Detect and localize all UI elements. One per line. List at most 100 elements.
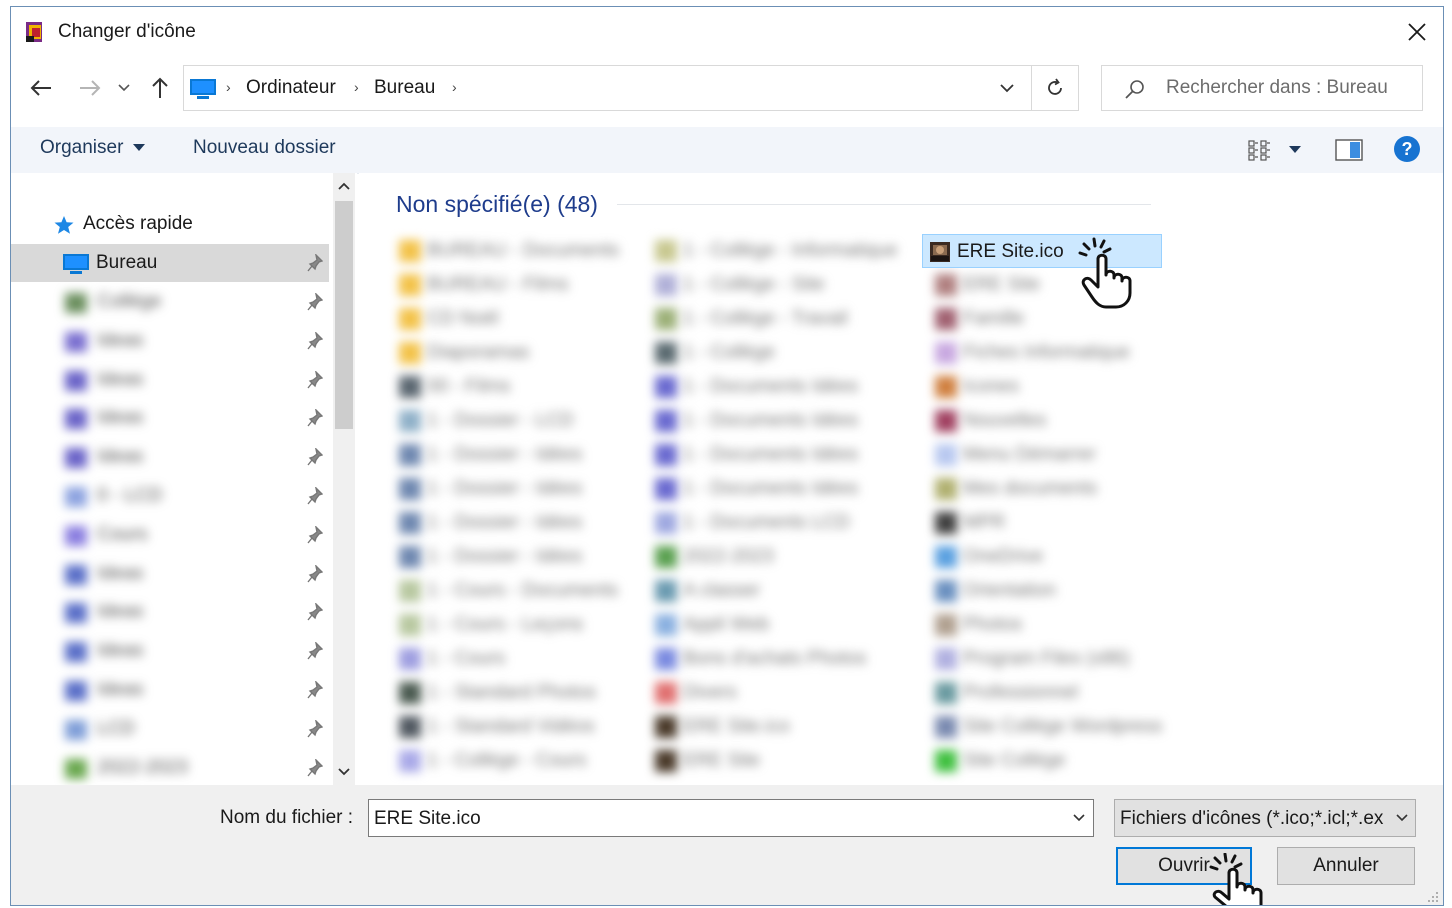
file-item[interactable]: 1 - Documents LCD: [649, 506, 889, 540]
file-type-dropdown-button[interactable]: [1389, 800, 1415, 836]
nav-item-quick-access[interactable]: Accès rapide: [11, 205, 329, 243]
pin-icon[interactable]: [307, 487, 323, 505]
file-type-select[interactable]: Fichiers d'icônes (*.ico;*.icl;*.ex: [1114, 799, 1416, 837]
file-item[interactable]: 1 - Cours - Documents: [393, 574, 633, 608]
pin-icon[interactable]: [307, 331, 323, 350]
scroll-thumb[interactable]: [335, 201, 353, 429]
file-item[interactable]: MPR: [929, 506, 1169, 540]
file-item[interactable]: CD Noël: [393, 302, 633, 336]
file-item[interactable]: OneDrive: [929, 540, 1169, 574]
file-item[interactable]: Site Collège Wordpress: [929, 710, 1169, 744]
file-item[interactable]: Menu Démarrer: [929, 438, 1169, 472]
file-item[interactable]: A classer: [649, 574, 889, 608]
file-item[interactable]: 1 - Documents Idées: [649, 438, 889, 472]
nav-item[interactable]: 2022-2023: [11, 749, 329, 785]
pin-icon[interactable]: [307, 719, 323, 738]
file-item[interactable]: BUREAU - Films: [393, 268, 633, 302]
nav-scrollbar[interactable]: [333, 173, 355, 785]
breadcrumb-ordinateur[interactable]: Ordinateur: [246, 77, 336, 99]
search-box[interactable]: Rechercher dans : Bureau: [1101, 65, 1423, 111]
address-bar[interactable]: › Ordinateur › Bureau ›: [183, 65, 1079, 111]
file-item[interactable]: Orientation: [929, 574, 1169, 608]
address-dropdown-button[interactable]: [986, 66, 1028, 110]
file-item[interactable]: 1 - Documents Idées: [649, 370, 889, 404]
file-item[interactable]: 1 - Cours - Leçons: [393, 608, 633, 642]
new-folder-button[interactable]: Nouveau dossier: [193, 137, 336, 159]
group-header[interactable]: Non spécifié(e) (48): [396, 191, 598, 218]
pin-icon[interactable]: [307, 254, 323, 272]
nav-item[interactable]: Ideas: [11, 361, 329, 399]
file-item[interactable]: 1 - Documents Idées: [649, 404, 889, 438]
file-item[interactable]: 1 - Dossier - LCD: [393, 404, 633, 438]
file-item[interactable]: 1 - Dossier - Idées: [393, 438, 633, 472]
pin-icon[interactable]: [307, 525, 323, 544]
file-item[interactable]: 1 - Dossier - Idées: [393, 540, 633, 574]
close-button[interactable]: [1391, 7, 1443, 57]
nav-item[interactable]: Ideas: [11, 399, 329, 437]
forward-button[interactable]: [75, 73, 105, 103]
file-item[interactable]: 1 - Collège - Cours: [393, 744, 633, 778]
filename-dropdown-button[interactable]: [1065, 800, 1093, 836]
filename-input[interactable]: ERE Site.ico: [368, 799, 1094, 837]
file-item[interactable]: Mes documents: [929, 472, 1169, 506]
nav-item[interactable]: Collège: [11, 283, 329, 321]
up-button[interactable]: [145, 73, 175, 103]
file-item[interactable]: 00 - Films: [393, 370, 633, 404]
nav-item[interactable]: Ideas: [11, 438, 329, 476]
preview-pane-icon[interactable]: [1335, 139, 1363, 161]
help-icon[interactable]: ?: [1393, 135, 1421, 163]
view-options-icon[interactable]: [1247, 138, 1275, 162]
nav-item[interactable]: Ideas: [11, 322, 329, 360]
file-item[interactable]: Divers: [649, 676, 889, 710]
pin-icon[interactable]: [307, 370, 323, 389]
nav-item-bureau[interactable]: Bureau: [11, 244, 329, 282]
nav-item[interactable]: 0 - LCD: [11, 477, 329, 515]
file-item[interactable]: Appli Web: [649, 608, 889, 642]
organize-menu-button[interactable]: Organiser: [40, 137, 146, 159]
resize-grip-icon[interactable]: [1427, 891, 1439, 903]
back-button[interactable]: [26, 73, 56, 103]
file-item[interactable]: 2022-2023: [649, 540, 889, 574]
nav-item[interactable]: Ideas: [11, 593, 329, 631]
nav-item[interactable]: Ideas: [11, 555, 329, 593]
pin-icon[interactable]: [307, 603, 323, 621]
file-item[interactable]: 1 - Standard Photos: [393, 676, 633, 710]
file-item[interactable]: 1 - Standard Vidéos: [393, 710, 633, 744]
view-dropdown-arrow-icon[interactable]: [1289, 146, 1301, 153]
nav-item[interactable]: LCD: [11, 710, 329, 748]
file-item[interactable]: 1 - Collège: [649, 336, 889, 370]
file-item[interactable]: Diaporamas: [393, 336, 633, 370]
file-item[interactable]: Site Collège: [929, 744, 1169, 778]
nav-item[interactable]: Ideas: [11, 632, 329, 670]
file-item[interactable]: Professionnel: [929, 676, 1169, 710]
breadcrumb-bureau[interactable]: Bureau: [374, 77, 435, 99]
pin-icon[interactable]: [307, 642, 323, 660]
file-item[interactable]: 1 - Documents Idées: [649, 472, 889, 506]
file-item[interactable]: ERE Site.ico: [649, 710, 889, 744]
pin-icon[interactable]: [307, 564, 323, 583]
file-item[interactable]: 1 - Dossier - Idées: [393, 506, 633, 540]
file-item[interactable]: 1 - Cours: [393, 642, 633, 676]
file-item[interactable]: 1 - Collège - Site: [649, 268, 889, 302]
nav-item[interactable]: Cours: [11, 516, 329, 554]
file-item[interactable]: Bons d'achats Photos: [649, 642, 889, 676]
pin-icon[interactable]: [307, 681, 323, 699]
cancel-button[interactable]: Annuler: [1277, 847, 1415, 885]
file-item[interactable]: 1 - Collège - Informatique: [649, 234, 897, 268]
file-item[interactable]: Photos: [929, 608, 1169, 642]
file-item[interactable]: ERE Site: [649, 744, 889, 778]
pin-icon[interactable]: [307, 409, 323, 427]
pin-icon[interactable]: [307, 293, 323, 311]
file-item[interactable]: 1 - Dossier - Idées: [393, 472, 633, 506]
file-item[interactable]: 1 - Collège - Travail: [649, 302, 889, 336]
file-item[interactable]: Nouvelles: [929, 404, 1169, 438]
file-item[interactable]: Icones: [929, 370, 1169, 404]
file-item[interactable]: BUREAU - Documents: [393, 234, 633, 268]
file-item[interactable]: Fiches Informatique: [929, 336, 1169, 370]
scroll-up-button[interactable]: [333, 173, 355, 199]
pin-icon[interactable]: [307, 448, 323, 466]
refresh-button[interactable]: [1031, 66, 1078, 110]
recent-locations-button[interactable]: [113, 73, 135, 103]
scroll-down-button[interactable]: [333, 759, 355, 785]
pin-icon[interactable]: [307, 758, 323, 777]
